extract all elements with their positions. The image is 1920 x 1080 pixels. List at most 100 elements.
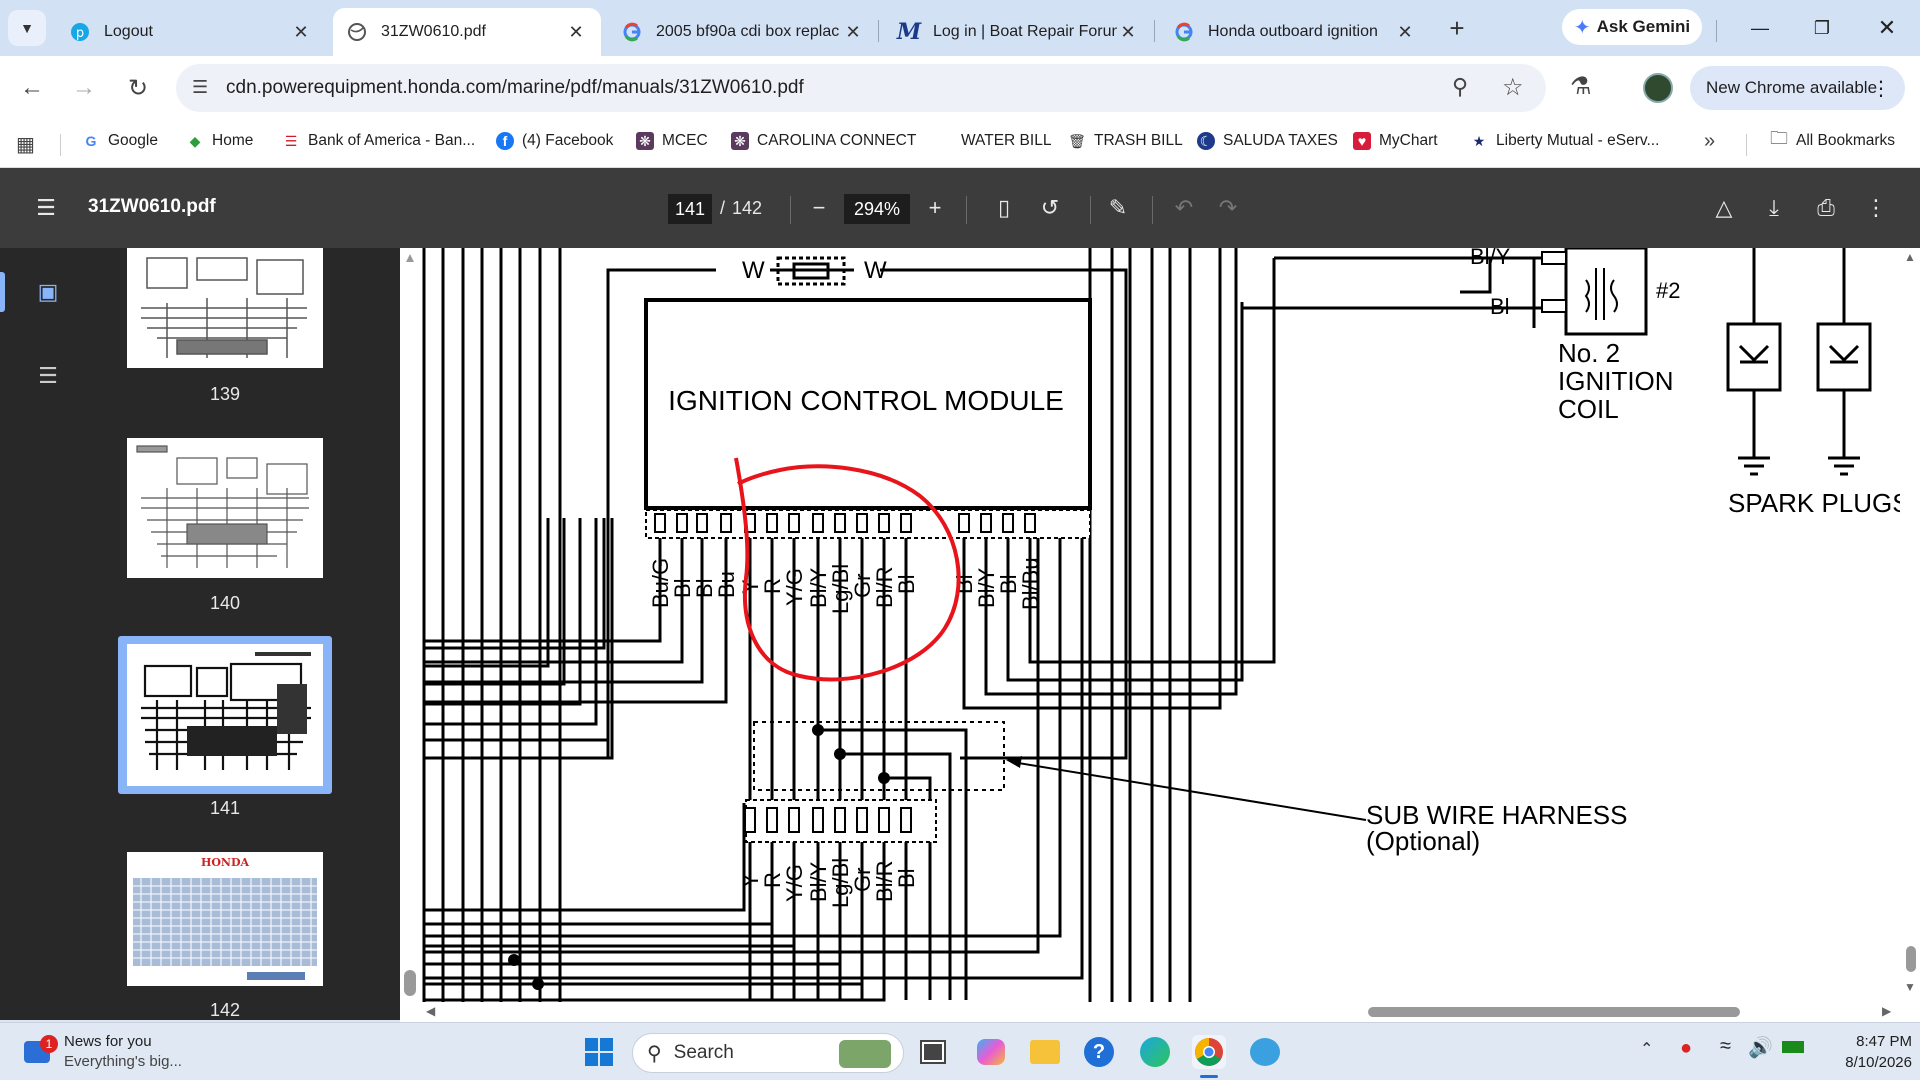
connector-pin [1024,513,1036,533]
all-bookmarks[interactable]: 🗀 All Bookmarks [1770,128,1895,150]
tab-search-button[interactable]: ▼ [8,10,46,46]
tab-pdf[interactable]: 31ZW0610.pdf ✕ [333,8,601,56]
horizontal-scroll-thumb[interactable] [1368,1007,1740,1017]
undo-button[interactable]: ↶ [1166,190,1202,226]
photos-button[interactable] [1248,1035,1282,1069]
coil-label-line1: No. 2 [1558,338,1620,368]
address-bar[interactable]: ☰ cdn.powerequipment.honda.com/marine/pd… [176,64,1546,112]
photos-icon [1250,1038,1280,1066]
bookmark-carolina-connect[interactable]: ❋ CAROLINA CONNECT [731,132,916,150]
undo-icon: ↶ [1174,195,1194,220]
ask-gemini-button[interactable]: ✦ Ask Gemini [1562,9,1702,45]
scroll-down-icon[interactable]: ▼ [1904,980,1916,994]
close-icon[interactable]: ✕ [1117,21,1139,43]
chevron-up-icon[interactable]: ⌃ [1640,1039,1653,1059]
page-thumbnail-142[interactable]: HONDA [127,852,323,986]
back-button[interactable]: ← [14,70,50,106]
news-widget[interactable]: 1 News for you Everything's big... [20,1031,220,1073]
save-to-drive-button[interactable]: △ [1706,190,1742,226]
profile-avatar[interactable] [1643,73,1673,103]
print-button[interactable]: ⎙ [1808,190,1844,226]
close-window-button[interactable]: ✕ [1862,10,1912,46]
url-text[interactable]: cdn.powerequipment.honda.com/marine/pdf/… [226,77,804,99]
redo-button[interactable]: ↷ [1210,190,1246,226]
tab-google-search-2[interactable]: Honda outboard ignition ✕ [1160,8,1430,56]
edge-button[interactable] [1138,1035,1172,1069]
bookmark-star-icon[interactable]: ☆ [1502,73,1524,102]
zoom-in-button[interactable]: + [918,190,952,226]
thumbnail-view-button[interactable]: ▣ [0,264,96,320]
left-scroll-thumb[interactable] [404,970,416,996]
new-tab-button[interactable]: + [1441,12,1473,44]
taskbar-search[interactable]: ⚲ Search [632,1033,904,1073]
apps-grid-icon[interactable]: ▦ [16,132,35,157]
rotate-button[interactable]: ↺ [1032,190,1068,226]
tab-boat-forum[interactable]: M Log in | Boat Repair Forun ✕ [885,8,1153,56]
zoom-icon[interactable]: ⚲ [1452,74,1468,100]
chrome-button[interactable] [1192,1035,1226,1078]
bookmark-facebook[interactable]: f (4) Facebook [496,132,613,150]
bookmark-liberty-mutual[interactable]: ★ Liberty Mutual - eServ... [1470,132,1660,150]
close-icon[interactable]: ✕ [842,21,864,43]
zoom-level-input[interactable]: 294% [844,194,910,224]
bookmark-home[interactable]: ◆ Home [186,132,254,150]
reload-icon: ↻ [127,74,149,102]
vertical-scroll-thumb[interactable] [1906,946,1916,972]
system-clock[interactable]: 8:47 PM 8/10/2026 [1820,1031,1912,1073]
wifi-icon[interactable]: ≈ [1720,1035,1731,1058]
restore-button[interactable]: ❐ [1797,10,1847,46]
close-icon[interactable]: ✕ [290,21,312,43]
pdf-menu-button[interactable]: ☰ [28,190,64,226]
arrow-right-icon: → [72,74,96,101]
rotate-icon: ↺ [1040,195,1060,220]
minimize-button[interactable]: — [1735,10,1785,46]
close-icon[interactable]: ✕ [1394,21,1416,43]
scroll-up-icon[interactable]: ▲ [1904,250,1916,264]
bookmark-mychart[interactable]: ♥ MyChart [1353,132,1438,150]
zoom-out-button[interactable]: − [802,190,836,226]
bookmark-saluda-taxes[interactable]: ☾ SALUDA TAXES [1197,132,1338,150]
more-bookmarks-icon[interactable]: » [1704,130,1715,153]
tab-google-search-1[interactable]: 2005 bf90a cdi box replac ✕ [608,8,878,56]
start-button[interactable] [582,1035,616,1069]
close-icon[interactable]: ✕ [565,21,587,43]
bookmark-bank-of-america[interactable]: ☰ Bank of America - Ban... [282,132,475,150]
page-thumbnail-140[interactable] [127,438,323,578]
reload-button[interactable]: ↻ [120,70,156,106]
tab-title: Honda outboard ignition [1208,23,1378,40]
pdf-page-view[interactable]: W W IGNITION CONTROL MODULE Bu/G Bl Bl B… [400,248,1920,1020]
page-thumbnail-141[interactable] [127,644,323,786]
page-thumbnail-139[interactable] [127,248,323,368]
help-button[interactable]: ? [1082,1035,1116,1069]
m-logo-icon: M [896,19,922,45]
annotate-button[interactable]: ✎ [1100,190,1136,226]
download-button[interactable]: ⤓ [1756,190,1792,226]
battery-icon[interactable] [1782,1041,1804,1053]
bookmark-trash-bill[interactable]: 🗑 TRASH BILL [1068,132,1183,150]
vertical-scrollbar[interactable]: ▲ ▼ [1900,248,1920,1020]
page-number-input[interactable]: 141 [668,194,712,224]
fit-to-page-button[interactable]: ▯ [986,190,1022,226]
horizontal-scrollbar[interactable]: ◀ ▶ [400,1002,1920,1022]
outline-view-button[interactable]: ☰ [0,348,96,404]
bookmark-mcec[interactable]: ❋ MCEC [636,132,708,150]
task-view-button[interactable] [916,1035,950,1069]
copilot-button[interactable] [974,1035,1008,1069]
bookmark-google[interactable]: G Google [82,132,158,150]
more-options-button[interactable]: ⋮ [1858,190,1894,226]
volume-icon[interactable]: 🔊 [1748,1035,1773,1060]
security-alert-icon[interactable]: ● [1680,1037,1692,1060]
connector-pin [720,513,732,533]
copilot-icon [977,1039,1005,1065]
file-explorer-button[interactable] [1028,1035,1062,1069]
site-info-icon[interactable]: ☰ [192,77,208,98]
forward-button[interactable]: → [66,70,102,106]
new-chrome-available-button[interactable]: New Chrome available ⋮ [1690,66,1905,110]
tab-logout[interactable]: p Logout ✕ [56,8,326,56]
extensions-icon[interactable]: ⚗ [1570,72,1592,101]
saluda-icon: ☾ [1197,132,1215,150]
scroll-left-icon[interactable]: ◀ [426,1004,435,1018]
scroll-right-icon[interactable]: ▶ [1882,1004,1891,1018]
bookmark-water-bill[interactable]: WATER BILL [935,132,1051,150]
boa-icon: ☰ [284,132,298,149]
